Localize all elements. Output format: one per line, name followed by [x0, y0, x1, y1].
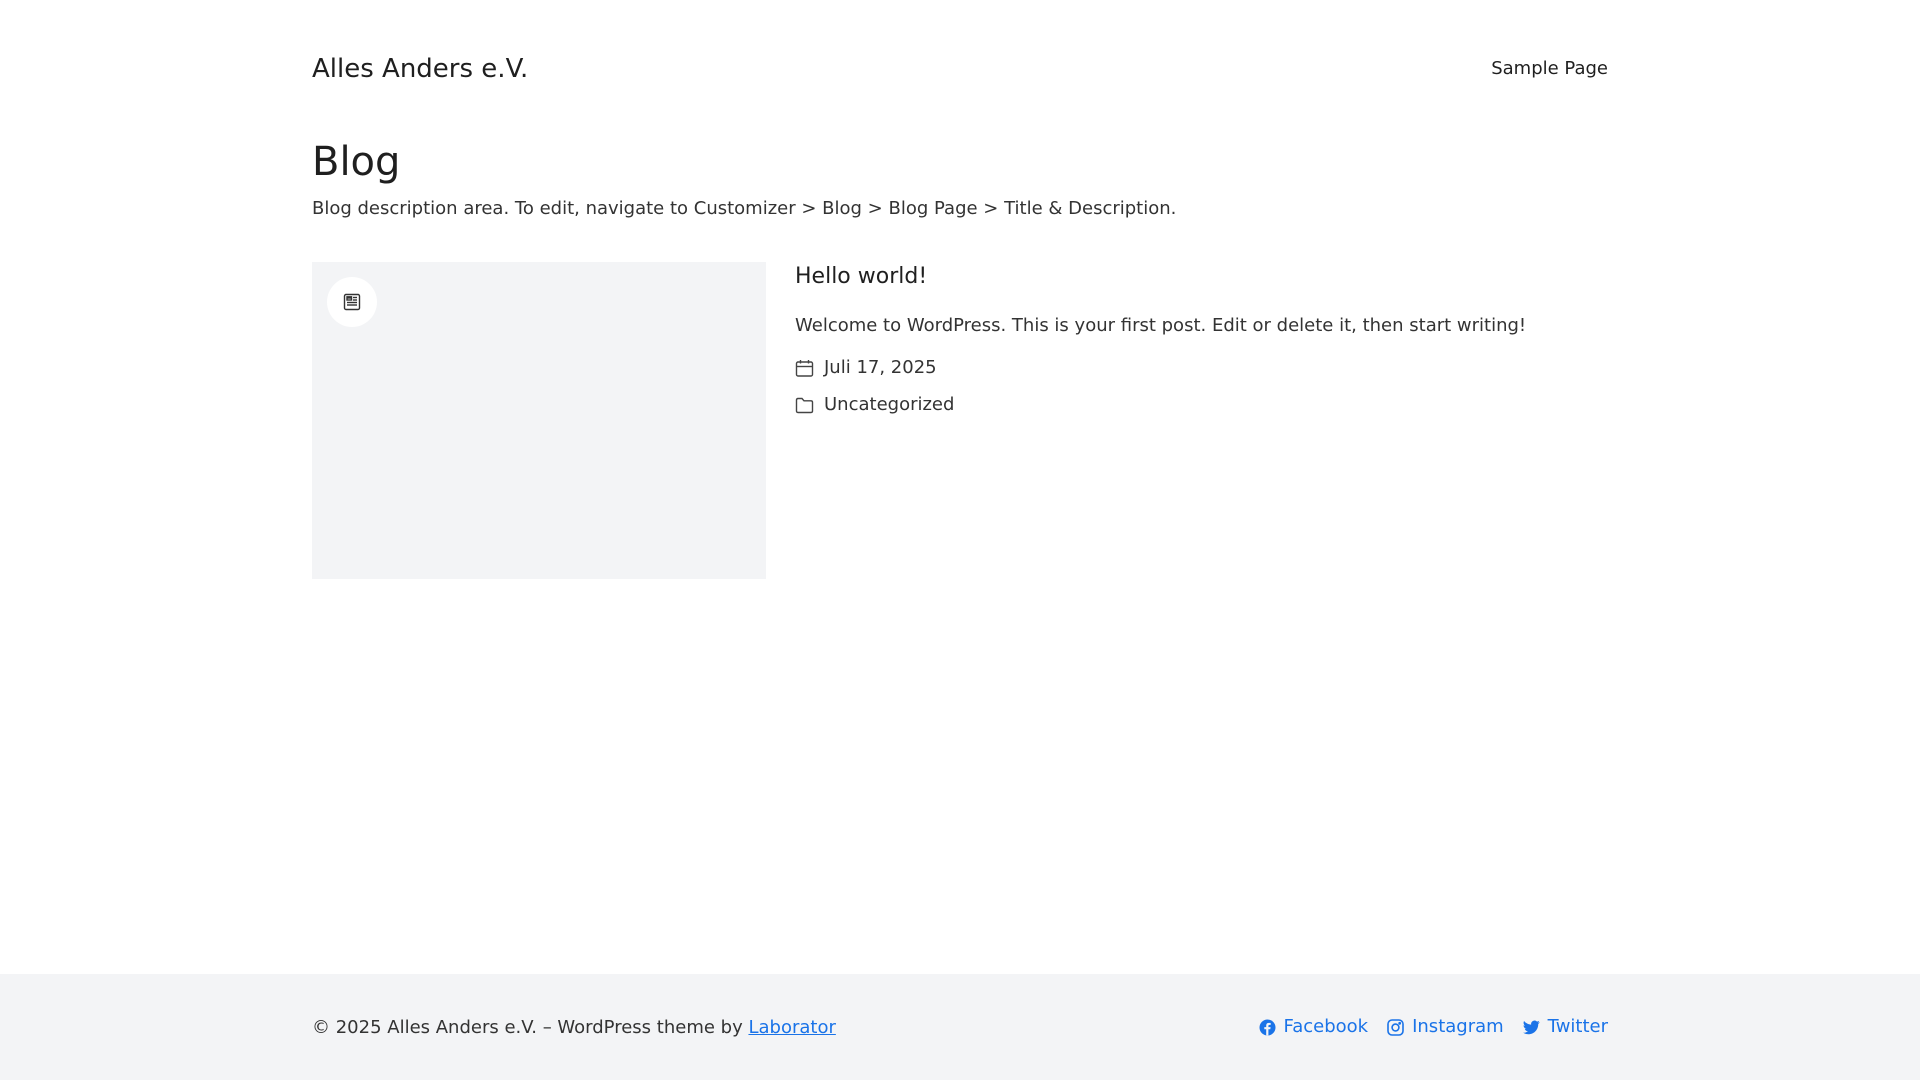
facebook-icon — [1259, 1019, 1276, 1035]
social-instagram[interactable]: Instagram — [1387, 1015, 1504, 1039]
copyright: © 2025 Alles Anders e.V. – WordPress the… — [312, 1016, 836, 1040]
site-header: Alles Anders e.V. Sample Page — [312, 0, 1608, 140]
social-facebook-label: Facebook — [1283, 1016, 1369, 1037]
post-category: Uncategorized — [795, 393, 1608, 417]
post-date: Juli 17, 2025 — [795, 356, 1608, 380]
page-header: Blog Blog description area. To edit, nav… — [312, 138, 1608, 221]
folder-icon — [795, 397, 814, 413]
social-facebook[interactable]: Facebook — [1259, 1015, 1369, 1039]
site-footer: © 2025 Alles Anders e.V. – WordPress the… — [0, 974, 1920, 1080]
post-excerpt: Welcome to WordPress. This is your first… — [795, 315, 1527, 336]
theme-author-link[interactable]: Laborator — [748, 1017, 835, 1038]
post-date-text: Juli 17, 2025 — [824, 357, 937, 378]
nav-item-sample-page[interactable]: Sample Page — [1491, 58, 1608, 80]
copyright-text: © 2025 Alles Anders e.V. – WordPress the… — [312, 1017, 749, 1038]
social-twitter[interactable]: Twitter — [1522, 1015, 1608, 1039]
site-title[interactable]: Alles Anders e.V. — [312, 53, 528, 85]
twitter-icon — [1522, 1020, 1540, 1034]
page-description: Blog description area. To edit, navigate… — [312, 198, 1177, 219]
social-links: Facebook Instagram Twitter — [1240, 1015, 1608, 1039]
post-title[interactable]: Hello world! — [795, 264, 1608, 290]
post-thumbnail[interactable] — [312, 262, 766, 579]
post-card: Hello world! Welcome to WordPress. This … — [312, 262, 1608, 580]
social-instagram-label: Instagram — [1412, 1016, 1504, 1037]
post-format-icon — [327, 277, 377, 327]
instagram-icon — [1387, 1018, 1404, 1036]
social-twitter-label: Twitter — [1547, 1016, 1608, 1037]
post-body: Hello world! Welcome to WordPress. This … — [795, 262, 1608, 417]
post-category-link[interactable]: Uncategorized — [824, 393, 954, 417]
page-title: Blog — [312, 139, 401, 185]
calendar-icon — [795, 359, 814, 377]
